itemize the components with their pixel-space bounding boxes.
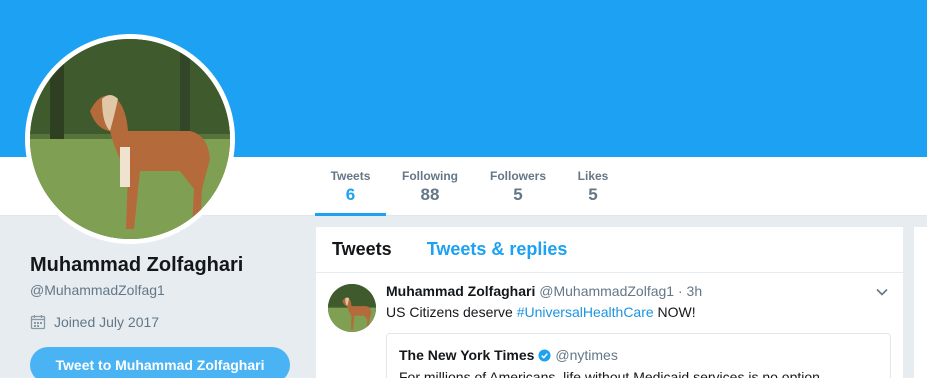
tweet-header: Muhammad Zolfaghari @MuhammadZolfag1 · 3… — [386, 282, 891, 300]
right-sidebar-card — [914, 227, 927, 378]
tab-tweets-replies[interactable]: Tweets & replies — [427, 239, 568, 260]
tweet-author-name[interactable]: Muhammad Zolfaghari — [386, 283, 535, 299]
joined-date: Joined July 2017 — [54, 314, 160, 330]
tweet-text-before: US Citizens deserve — [386, 304, 517, 320]
quoted-author-handle: @nytimes — [555, 347, 618, 363]
stat-followers[interactable]: Followers 5 — [474, 157, 562, 216]
profile-avatar[interactable] — [25, 34, 235, 244]
stat-likes-count: 5 — [588, 185, 598, 204]
timeline-card: Tweets Tweets & replies Muhammad Zolfagh… — [316, 227, 903, 378]
stat-following-count: 88 — [420, 185, 440, 204]
profile-stats: Tweets 6 Following 88 Followers 5 Likes … — [315, 157, 624, 216]
tweet-text: US Citizens deserve #UniversalHealthCare… — [386, 302, 891, 322]
calendar-icon — [30, 315, 46, 330]
tweet-text-after: NOW! — [653, 304, 696, 320]
quoted-tweet-text: For millions of Americans, life without … — [399, 369, 820, 378]
stat-followers-count: 5 — [513, 185, 523, 204]
tab-tweets[interactable]: Tweets — [332, 239, 392, 260]
timeline-tabs: Tweets Tweets & replies — [316, 227, 903, 273]
quoted-author-name: The New York Times — [399, 347, 535, 363]
tweet-avatar[interactable] — [328, 284, 376, 332]
tweet-item[interactable]: Muhammad Zolfaghari @MuhammadZolfag1 · 3… — [316, 273, 903, 378]
tweet-to-button[interactable]: Tweet to Muhammad Zolfaghari — [30, 347, 290, 378]
stat-likes[interactable]: Likes 5 — [562, 157, 624, 216]
stat-following-label: Following — [402, 169, 458, 183]
quoted-tweet[interactable]: The New York Times @nytimes For millions… — [386, 333, 891, 378]
stat-likes-label: Likes — [577, 169, 609, 183]
verified-badge-icon — [538, 348, 551, 362]
tweet-timestamp[interactable]: 3h — [687, 283, 703, 299]
tweet-hashtag-link[interactable]: #UniversalHealthCare — [517, 304, 654, 320]
stat-tweets-label: Tweets — [330, 169, 371, 183]
stat-following[interactable]: Following 88 — [386, 157, 474, 216]
profile-name[interactable]: Muhammad Zolfaghari — [30, 254, 243, 277]
caret-down-icon[interactable] — [875, 285, 889, 299]
stat-tweets[interactable]: Tweets 6 — [315, 157, 386, 216]
tweet-author-handle[interactable]: @MuhammadZolfag1 — [539, 283, 674, 299]
profile-handle[interactable]: @MuhammadZolfag1 — [30, 282, 165, 298]
quoted-tweet-header: The New York Times @nytimes — [399, 347, 878, 363]
tweet-separator: · — [674, 283, 687, 299]
stat-followers-label: Followers — [489, 169, 546, 183]
stat-tweets-count: 6 — [345, 185, 356, 204]
profile-joined: Joined July 2017 — [30, 314, 159, 330]
